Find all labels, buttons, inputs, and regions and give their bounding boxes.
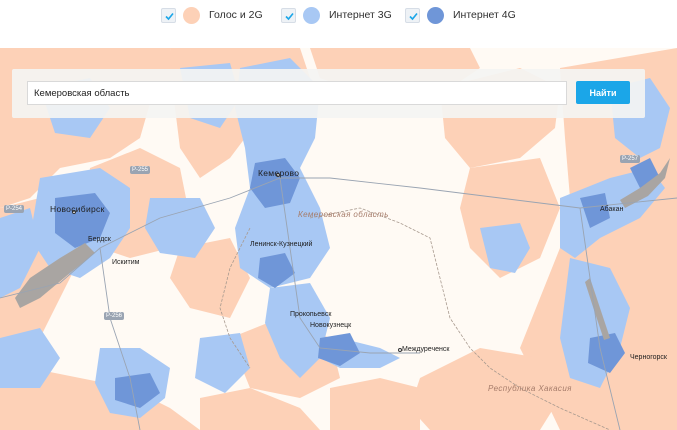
legend-label-3g: Интернет 3G <box>329 9 392 21</box>
road-badge-r255: Р-255 <box>130 166 151 174</box>
legend-label-4g: Интернет 4G <box>453 9 516 21</box>
city-label-kemerovo: Кемерово <box>258 168 300 178</box>
city-label-mezhdurechensk: Междуреченск <box>402 346 450 353</box>
swatch-3g <box>303 6 320 24</box>
region-label-kemerovo: Кемеровская область <box>298 210 389 219</box>
search-input[interactable] <box>27 81 567 105</box>
city-label-leninsk: Ленинск-Кузнецкий <box>250 241 313 248</box>
legend-label-2g: Голос и 2G <box>209 9 263 21</box>
checkbox-2g[interactable] <box>161 7 176 23</box>
legend-item-3g[interactable]: Интернет 3G <box>281 5 392 25</box>
road-badge-r256: Р-256 <box>104 312 125 320</box>
region-label-khakassia: Республика Хакасия <box>488 384 572 393</box>
road-badge-r257: Р-257 <box>620 155 641 163</box>
swatch-4g <box>427 6 444 24</box>
swatch-2g <box>183 6 200 24</box>
city-label-abakan: Абакан <box>600 206 624 213</box>
check-icon <box>165 12 174 20</box>
city-label-chernogorsk: Черногорск <box>630 354 667 361</box>
check-icon <box>285 12 294 20</box>
legend-item-2g[interactable]: Голос и 2G <box>161 5 263 25</box>
check-icon <box>409 12 418 20</box>
city-label-prokopyevsk: Прокопьевск <box>290 311 332 318</box>
city-label-iskitim: Искитим <box>112 259 140 266</box>
city-label-novokuznetsk: Новокузнецк <box>310 322 352 329</box>
search-panel: Найти <box>12 69 645 118</box>
checkbox-3g[interactable] <box>281 7 296 23</box>
checkbox-4g[interactable] <box>405 7 420 23</box>
legend-item-4g[interactable]: Интернет 4G <box>405 5 516 25</box>
coverage-legend: Голос и 2G Интернет 3G Интернет 4G <box>0 0 677 48</box>
city-label-novosibirsk: Новосибирск <box>50 204 105 214</box>
search-button[interactable]: Найти <box>576 81 630 104</box>
road-badge-r254: Р-254 <box>4 205 25 213</box>
city-label-berdsk: Бердск <box>88 236 111 243</box>
